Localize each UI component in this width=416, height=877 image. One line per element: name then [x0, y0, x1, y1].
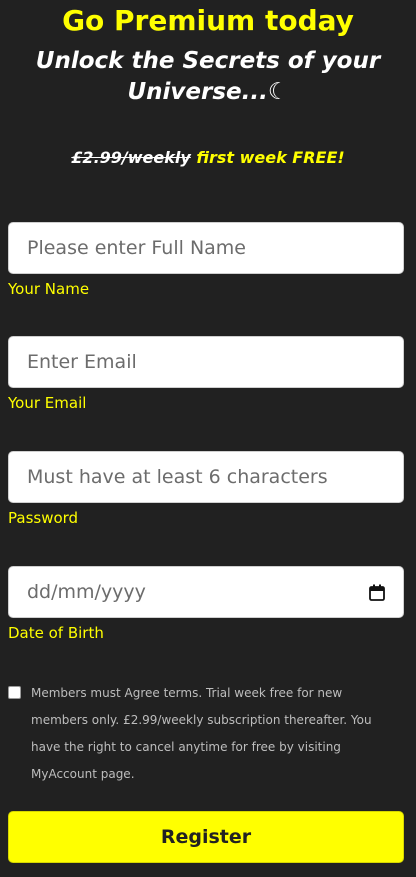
date-placeholder: dd/mm/yyyy: [27, 581, 146, 603]
free-offer: first week FREE!: [196, 148, 345, 167]
dob-field-group: dd/mm/yyyy Date of Birth: [8, 566, 404, 643]
page-title: Go Premium today: [62, 4, 354, 37]
password-field-group: Password: [8, 451, 404, 528]
subtitle-text: Unlock the Secrets of your Universe...: [35, 48, 381, 105]
calendar-icon[interactable]: [369, 584, 385, 601]
email-label: Your Email: [8, 394, 87, 412]
terms-text: Members must Agree terms. Trial week fre…: [31, 686, 372, 781]
name-label: Your Name: [8, 280, 90, 298]
email-field-group: Your Email: [8, 336, 404, 413]
terms-checkbox[interactable]: [8, 686, 21, 699]
moon-icon: ☾: [267, 79, 289, 105]
full-name-input[interactable]: [8, 222, 404, 274]
old-price: £2.99/weekly: [71, 148, 191, 167]
dob-label: Date of Birth: [8, 624, 104, 642]
page-subtitle: Unlock the Secrets of your Universe...☾: [20, 46, 396, 108]
password-input[interactable]: [8, 451, 404, 503]
date-of-birth-input[interactable]: dd/mm/yyyy: [8, 566, 404, 618]
password-label: Password: [8, 509, 79, 527]
register-button[interactable]: Register: [8, 811, 404, 863]
pricing-line: £2.99/weekly first week FREE!: [0, 146, 416, 170]
name-field-group: Your Name: [8, 222, 404, 299]
email-input[interactable]: [8, 336, 404, 388]
terms-agreement: Members must Agree terms. Trial week fre…: [8, 680, 400, 788]
premium-signup-page: Go Premium today Unlock the Secrets of y…: [0, 0, 416, 877]
